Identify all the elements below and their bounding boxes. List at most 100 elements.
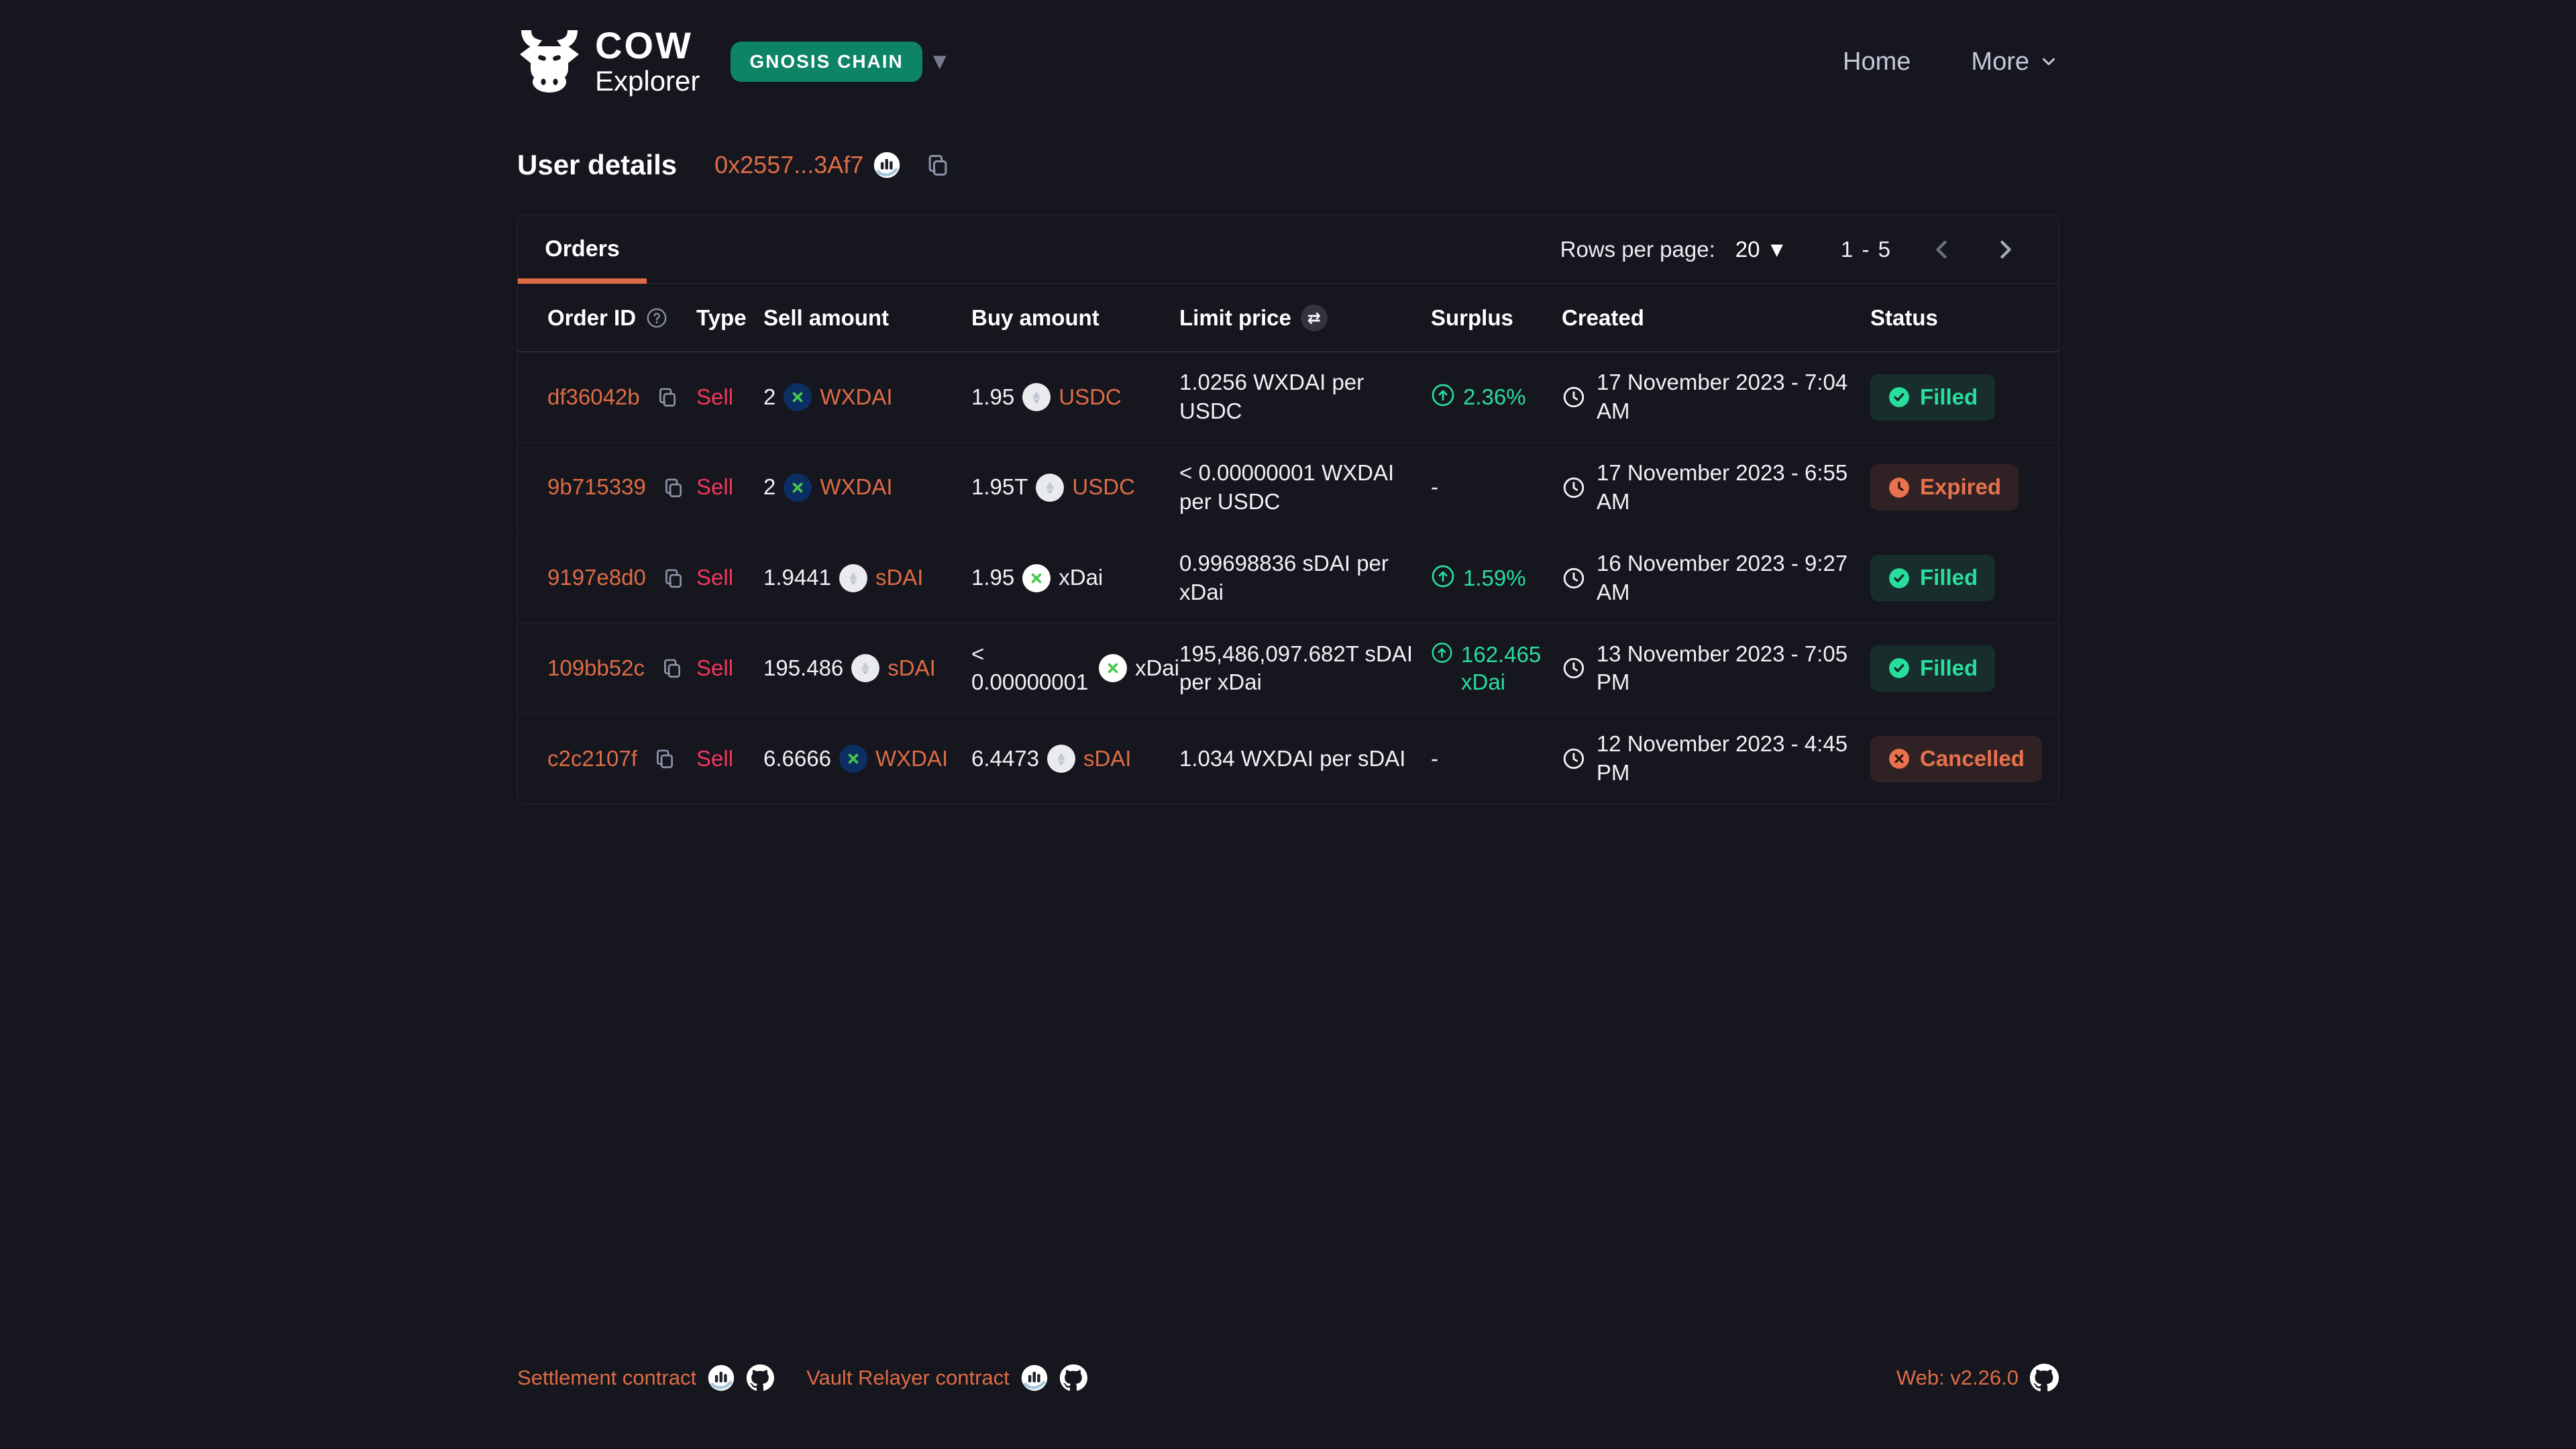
sell-amount: 2 — [763, 383, 775, 412]
copy-order-id-icon[interactable] — [653, 747, 676, 770]
github-icon[interactable] — [746, 1364, 774, 1392]
status-badge: Filled — [1870, 555, 1995, 601]
clock-icon — [1562, 655, 1586, 681]
top-nav: Home More — [1843, 48, 2059, 76]
blockscout-icon[interactable] — [707, 1364, 735, 1392]
order-id-link[interactable]: 109bb52c — [547, 654, 645, 683]
page-title: User details — [517, 149, 677, 181]
cow-logo-icon — [517, 30, 582, 93]
limit-price: 0.99698836 sDAI per xDai — [1179, 551, 1389, 604]
copy-order-id-icon[interactable] — [662, 476, 685, 499]
buy-token-link[interactable]: sDAI — [1083, 745, 1132, 773]
table-row: 9b715339 Sell 2 WXDAI 1.95T USDC < 0.000… — [518, 442, 2058, 533]
table-header-row: Order ID Type Sell amount Buy amount Lim… — [518, 284, 2058, 352]
sell-token-link[interactable]: WXDAI — [820, 383, 892, 412]
status-badge: Filled — [1870, 374, 1995, 421]
surplus-value: 2.36% — [1431, 383, 1562, 411]
network-selector[interactable]: GNOSIS CHAIN ▼ — [731, 42, 946, 82]
tab-orders[interactable]: Orders — [518, 215, 647, 284]
user-address-link[interactable]: 0x2557...3Af7 — [714, 151, 863, 179]
sell-token-link[interactable]: WXDAI — [820, 473, 892, 502]
brand-logo[interactable]: COW Explorer — [517, 27, 700, 97]
blockscout-icon[interactable] — [1020, 1364, 1049, 1392]
top-navigation-bar: COW Explorer GNOSIS CHAIN ▼ Home More — [517, 0, 2059, 97]
table-row: c2c2107f Sell 6.6666 WXDAI 6.4473 sDAI 1… — [518, 713, 2058, 804]
col-sell-amount: Sell amount — [763, 305, 889, 331]
blockscout-icon[interactable] — [873, 151, 901, 179]
order-id-link[interactable]: 9b715339 — [547, 473, 646, 502]
limit-price: < 0.00000001 WXDAI per USDC — [1179, 460, 1394, 514]
sdai-token-icon — [851, 654, 879, 682]
page-range-label: 1 - 5 — [1841, 237, 1892, 262]
wxdai-token-icon — [784, 474, 812, 502]
status-badge: Expired — [1870, 464, 2019, 511]
order-type: Sell — [696, 745, 733, 773]
sdai-token-icon — [1047, 745, 1075, 773]
table-row: 9197e8d0 Sell 1.9441 sDAI 1.95 xDai 0.99… — [518, 533, 2058, 623]
help-icon[interactable] — [645, 307, 668, 329]
chevron-down-icon: ▼ — [1770, 240, 1782, 259]
xdai-token-icon — [1022, 564, 1051, 592]
chevron-down-icon — [2039, 52, 2059, 72]
col-created: Created — [1562, 305, 1644, 331]
previous-page-button[interactable] — [1927, 235, 1956, 264]
github-icon[interactable] — [1059, 1364, 1087, 1392]
next-page-button[interactable] — [1991, 235, 2021, 264]
brand-title: COW — [595, 27, 700, 64]
surplus-value: 1.59% — [1431, 564, 1562, 592]
table-row: 109bb52c Sell 195.486 sDAI < 0.00000001 … — [518, 623, 2058, 714]
col-surplus: Surplus — [1431, 305, 1513, 331]
created-date: 16 November 2023 - 9:27 AM — [1597, 549, 1870, 607]
created-date: 17 November 2023 - 7:04 AM — [1597, 368, 1870, 426]
sell-token-link[interactable]: sDAI — [888, 654, 936, 683]
sell-amount: 195.486 — [763, 654, 843, 683]
sell-amount: 1.9441 — [763, 564, 831, 592]
table-row: df36042b Sell 2 WXDAI 1.95 USDC 1.0256 W… — [518, 352, 2058, 442]
buy-token-link[interactable]: USDC — [1072, 473, 1135, 502]
surplus-value: 162.465 xDai — [1431, 641, 1562, 696]
limit-price: 1.0256 WXDAI per USDC — [1179, 370, 1364, 423]
brand-subtitle: Explorer — [595, 66, 700, 97]
nav-home[interactable]: Home — [1843, 48, 1911, 76]
buy-token-link[interactable]: USDC — [1059, 383, 1122, 412]
github-icon[interactable] — [2029, 1363, 2059, 1393]
surplus-value: - — [1431, 473, 1438, 502]
check-circle-icon — [1888, 657, 1911, 680]
panel-header: Orders Rows per page: 20 ▼ 1 - 5 — [518, 215, 2058, 284]
sell-token-link[interactable]: WXDAI — [875, 745, 948, 773]
network-badge[interactable]: GNOSIS CHAIN — [731, 42, 922, 82]
buy-amount: 1.95 — [971, 383, 1014, 412]
sell-amount: 6.6666 — [763, 745, 831, 773]
buy-amount: 1.95 — [971, 564, 1014, 592]
footer: Settlement contract Vault Relayer contra… — [0, 1363, 2576, 1449]
order-type: Sell — [696, 473, 733, 502]
buy-amount: 6.4473 — [971, 745, 1039, 773]
buy-amount: 1.95T — [971, 473, 1028, 502]
nav-more[interactable]: More — [1971, 48, 2059, 76]
settlement-contract-link[interactable]: Settlement contract — [517, 1366, 696, 1390]
copy-order-id-icon[interactable] — [662, 567, 685, 590]
order-id-link[interactable]: c2c2107f — [547, 745, 637, 773]
check-circle-icon — [1888, 386, 1911, 409]
copy-order-id-icon[interactable] — [661, 657, 684, 680]
limit-price: 1.034 WXDAI per sDAI — [1179, 746, 1405, 771]
web-version-link[interactable]: Web: v2.26.0 — [1896, 1366, 2019, 1390]
copy-order-id-icon[interactable] — [656, 386, 679, 409]
clock-icon — [1562, 746, 1586, 771]
order-id-link[interactable]: df36042b — [547, 383, 640, 412]
status-badge: Cancelled — [1870, 736, 2042, 782]
order-type: Sell — [696, 654, 733, 683]
order-id-link[interactable]: 9197e8d0 — [547, 564, 646, 592]
orders-panel: Orders Rows per page: 20 ▼ 1 - 5 Order I… — [517, 215, 2059, 804]
order-type: Sell — [696, 564, 733, 592]
rows-per-page-select[interactable]: 20 ▼ — [1735, 237, 1783, 262]
copy-address-icon[interactable] — [925, 152, 951, 178]
sell-token-link[interactable]: sDAI — [875, 564, 924, 592]
expired-clock-icon — [1888, 476, 1911, 499]
invert-price-icon[interactable]: ⇄ — [1301, 305, 1328, 331]
vault-relayer-contract-link[interactable]: Vault Relayer contract — [806, 1366, 1010, 1390]
col-limit-price: Limit price — [1179, 305, 1291, 331]
clock-icon — [1562, 384, 1586, 410]
surplus-up-icon — [1431, 564, 1455, 588]
check-circle-icon — [1888, 567, 1911, 590]
